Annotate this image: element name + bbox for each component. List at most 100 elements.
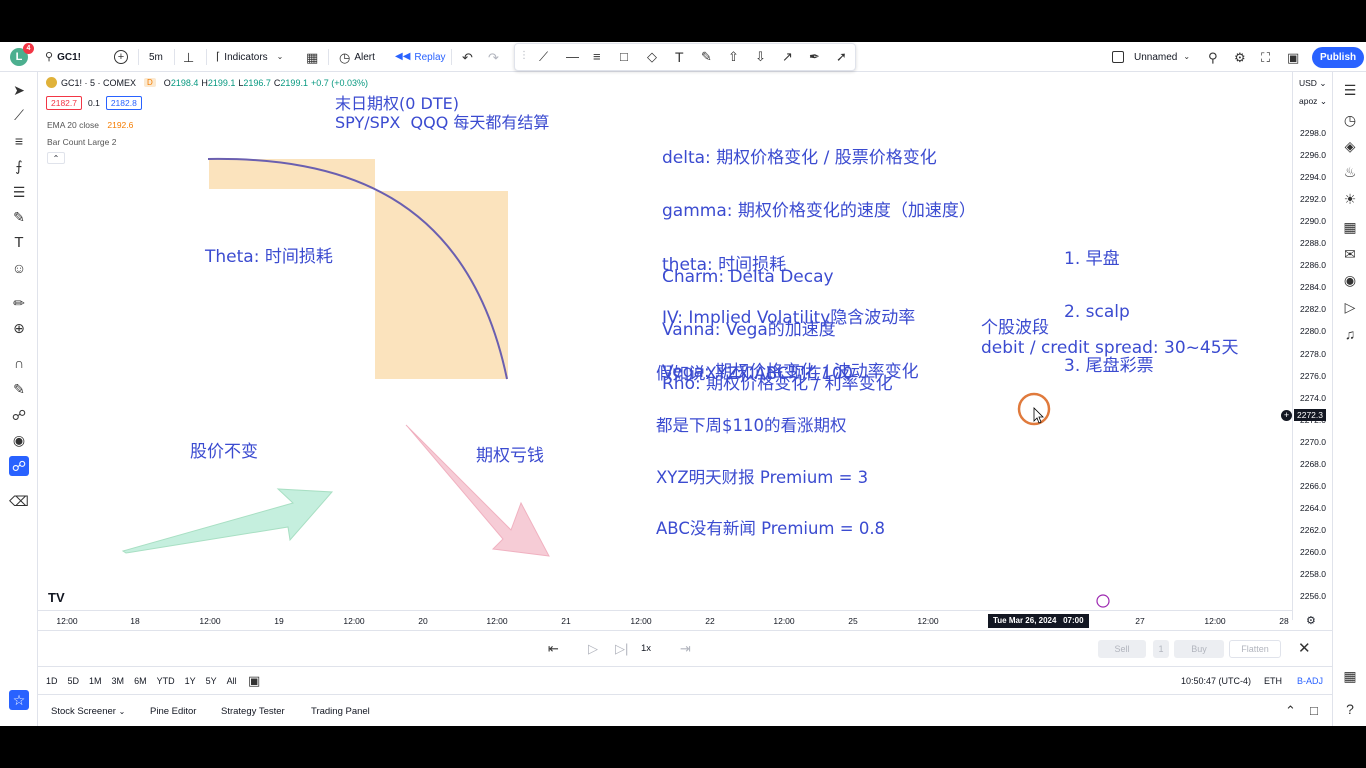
quantity-field[interactable]: 1	[1153, 640, 1169, 658]
time-tick: 25	[848, 616, 858, 626]
text-icon[interactable]: T	[675, 50, 684, 64]
timezone-clock[interactable]: 10:50:47 (UTC-4)	[1181, 676, 1251, 686]
close-replay-icon[interactable]: ✕	[1298, 641, 1311, 656]
eye-icon[interactable]: ◉	[9, 430, 29, 450]
calendar-bottom-icon[interactable]: ▦	[1340, 666, 1360, 686]
lock-icon[interactable]: ☍	[9, 405, 29, 425]
range-button-3m[interactable]: 3M	[112, 676, 125, 686]
cursor-icon[interactable]: ➤	[9, 80, 29, 100]
bar-style-button[interactable]: ⊥	[183, 42, 194, 72]
watchlist-icon[interactable]: ☰	[1340, 80, 1360, 100]
range-button-1m[interactable]: 1M	[89, 676, 102, 686]
hotlists-fire-icon[interactable]: ♨	[1340, 162, 1360, 182]
trash-icon[interactable]: ⌫	[9, 491, 29, 511]
zoom-in-icon[interactable]: ⊕	[9, 318, 29, 338]
redo-button[interactable]: ↷	[488, 42, 499, 72]
range-button-1d[interactable]: 1D	[46, 676, 58, 686]
text-tool-icon[interactable]: T	[9, 232, 29, 252]
brush-icon[interactable]: ✒	[809, 50, 820, 63]
tab-pine-editor[interactable]: Pine Editor	[150, 706, 196, 717]
currency-selector[interactable]: USD ⌄	[1299, 78, 1326, 89]
chat-icon[interactable]: ✉	[1340, 244, 1360, 264]
plus-circle-icon[interactable]: +	[1281, 409, 1292, 421]
user-avatar[interactable]: L 4	[10, 42, 34, 72]
maximize-panel-icon[interactable]: □	[1310, 704, 1318, 717]
buy-button[interactable]: Buy	[1174, 640, 1224, 658]
ideas-bulb-icon[interactable]: ☀	[1340, 189, 1360, 209]
price-axis[interactable]: USD ⌄ apoz ⌄ 2298.0 2296.0 2294.0 2292.0 229…	[1281, 72, 1332, 620]
compare-button[interactable]: +	[114, 42, 128, 72]
settings-button[interactable]: ⚙	[1234, 42, 1246, 72]
fullscreen-button[interactable]: ⛶	[1261, 42, 1270, 72]
notifications-bell-icon[interactable]: ♫	[1340, 324, 1360, 344]
gann-fib-tool-icon[interactable]: ≡	[9, 131, 29, 151]
pencil-icon[interactable]: ✎	[701, 50, 712, 63]
horizontal-ray-icon[interactable]: —	[566, 50, 579, 63]
stay-drawing-icon[interactable]: ✎	[9, 379, 29, 399]
tradingview-logo[interactable]: TV	[48, 590, 65, 605]
alert-button[interactable]: ◷ Alert	[339, 42, 375, 72]
templates-button[interactable]: ▦	[306, 42, 318, 72]
magnet-icon[interactable]: ∩	[9, 353, 29, 373]
replay-speed[interactable]: 1x	[641, 643, 651, 654]
tradingview-app: L 4 ⚲ GC1! + 5m ⊥ ⌈ Indicators ⌄ ▦ ◷ Ale…	[0, 42, 1366, 726]
tab-strategy-tester[interactable]: Strategy Tester	[221, 706, 285, 717]
interval-button[interactable]: 5m	[149, 42, 163, 72]
unit-selector[interactable]: apoz ⌄	[1299, 96, 1327, 107]
range-button-5y[interactable]: 5Y	[206, 676, 217, 686]
calendar-icon[interactable]: ▦	[1340, 217, 1360, 237]
play-icon[interactable]: ▷	[588, 642, 598, 655]
range-button-1y[interactable]: 1Y	[185, 676, 196, 686]
jump-to-realtime-icon[interactable]: ⇥	[680, 642, 691, 655]
brush-tool-icon[interactable]: ✎	[9, 207, 29, 227]
replay-trading-icon[interactable]: ▷	[1340, 297, 1360, 317]
chevron-up-icon[interactable]: ⌃	[1285, 704, 1296, 717]
chevron-down-icon: ⌄	[276, 52, 284, 61]
prediction-tool-icon[interactable]: ☰	[9, 182, 29, 202]
snapshot-button[interactable]: ▣	[1287, 42, 1299, 72]
sync-drawings-icon[interactable]: ☍	[9, 456, 29, 476]
streams-icon[interactable]: ◉	[1340, 270, 1360, 290]
go-to-date-icon[interactable]: ▣	[248, 674, 260, 687]
layers-icon[interactable]: ◈	[1340, 136, 1360, 156]
emoji-tool-icon[interactable]: ☺	[9, 258, 29, 278]
polygon-icon[interactable]: ◇	[647, 50, 657, 63]
replay-button[interactable]: ◀◀ Replay	[395, 42, 446, 72]
range-button-5d[interactable]: 5D	[68, 676, 80, 686]
layout-name: Unnamed	[1134, 51, 1178, 63]
arrow-down-icon[interactable]: ⇩	[755, 50, 766, 63]
time-axis[interactable]: 12:00 18 12:00 19 12:00 20 12:00 21 12:00 22 12:00…	[38, 610, 1316, 630]
alerts-clock-icon[interactable]: ◷	[1340, 110, 1360, 130]
pattern-tool-icon[interactable]: ⨍	[9, 156, 29, 176]
tab-trading-panel[interactable]: Trading Panel	[311, 706, 370, 717]
rectangle-icon[interactable]: □	[620, 50, 628, 63]
step-forward-icon[interactable]: ▷|	[615, 642, 628, 655]
back-adjust-toggle[interactable]: B-ADJ	[1297, 676, 1323, 686]
sell-button[interactable]: Sell	[1098, 640, 1146, 658]
range-button-all[interactable]: All	[227, 676, 237, 686]
undo-button[interactable]: ↶	[462, 42, 473, 72]
session-toggle[interactable]: ETH	[1264, 676, 1282, 686]
symbol-search[interactable]: ⚲ GC1!	[45, 42, 81, 72]
range-button-6m[interactable]: 6M	[134, 676, 147, 686]
arrow-up-icon[interactable]: ⇧	[728, 50, 739, 63]
range-button-ytd[interactable]: YTD	[157, 676, 175, 686]
path-icon[interactable]: ↗	[782, 50, 793, 63]
line-tool-icon[interactable]: ➚	[836, 50, 847, 63]
quick-search-button[interactable]: ⚲	[1208, 42, 1218, 72]
indicators-button[interactable]: ⌈ Indicators ⌄	[216, 42, 283, 72]
chart-pane[interactable]: GC1! · 5 · COMEX D O 2198.4 H 2199.1 L 2196…	[38, 72, 1292, 610]
favorites-star-icon[interactable]: ☆	[9, 690, 29, 710]
trend-line-tool-icon[interactable]: ⟋	[9, 105, 29, 125]
jump-to-start-icon[interactable]: ⇤	[548, 642, 559, 655]
trend-line-icon[interactable]: ⟋	[539, 50, 548, 63]
drag-handle-icon[interactable]: ⋮	[519, 51, 529, 61]
ruler-icon[interactable]: ✏	[9, 293, 29, 313]
publish-button[interactable]: Publish	[1312, 42, 1365, 72]
help-icon[interactable]: ?	[1340, 699, 1360, 719]
flatten-button[interactable]: Flatten	[1229, 640, 1281, 658]
tab-stock-screener[interactable]: Stock Screener ⌄	[51, 706, 125, 717]
layout-menu[interactable]: Unnamed ⌄	[1112, 42, 1190, 72]
fib-icon[interactable]: ≡	[593, 50, 601, 63]
axis-settings-icon[interactable]: ⚙	[1306, 614, 1316, 627]
